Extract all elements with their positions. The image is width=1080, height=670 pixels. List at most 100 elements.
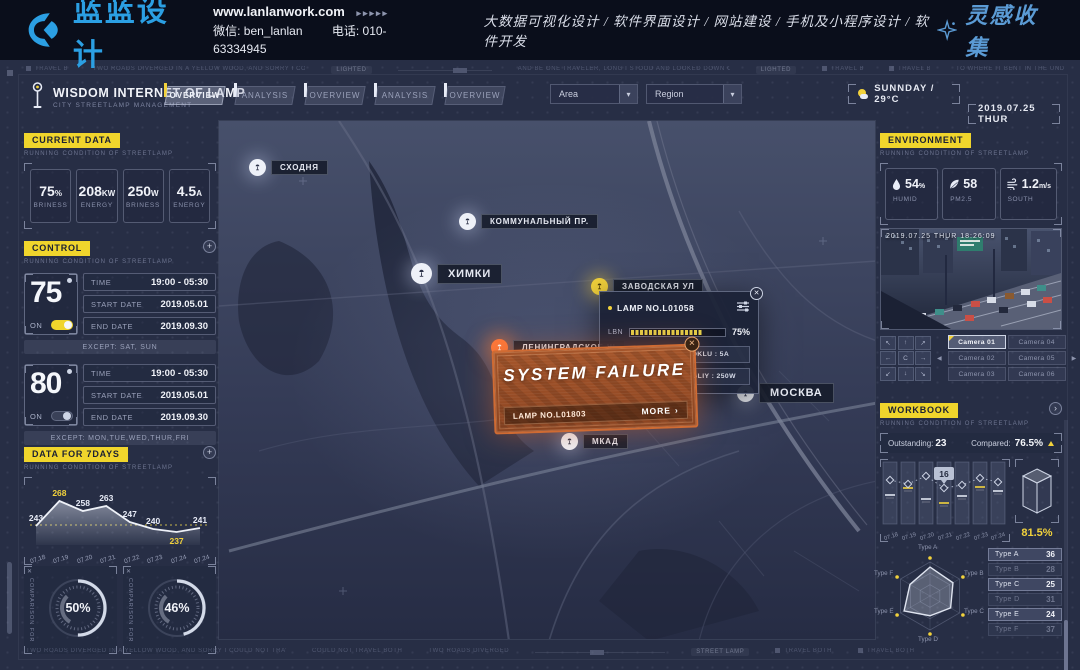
pin-label: КОММУНАЛЬНЫЙ ПР. [481,214,598,229]
time-row[interactable]: TIME 19:00 - 05:30 [83,273,216,291]
area-select[interactable]: Area ▾ [550,84,638,104]
workbook-total: 81.5% [1015,527,1059,539]
radar-axis-label: Type F [874,570,893,577]
comparison-gauge-2: ✕ COMPARISON FOR 46% [123,566,216,654]
svg-text:258: 258 [76,498,90,508]
cube-widget [1015,459,1059,523]
brand-logo: 蓝蓝设计 [26,0,191,74]
brightness-progress-bar[interactable] [629,328,726,337]
dashboard-header: WISDOM INTERNET OF LAMP CITY STREETLAMP … [0,82,1080,118]
current-data-cards: 75% BRINESS 208KW ENERGY 250W BRINESS 4.… [24,163,216,229]
pan-down-left-button[interactable]: ↙ [880,367,896,381]
inspiration-collect[interactable]: 灵感收集 [937,0,1054,62]
camera-04-button[interactable]: Camera 04 [1008,335,1066,349]
chevron-down-icon[interactable]: ▾ [723,85,741,103]
weather-text: SUNNDAY / 29°C [874,83,950,105]
camera-05-button[interactable]: Camera 05 [1008,351,1066,365]
prev-camera-icon[interactable]: ◀ [937,355,942,362]
type-row-e[interactable]: Type E24 [988,608,1062,621]
system-failure-alert: ✕ SYSTEM FAILURE LAMP NO.L01803 MORE› [492,343,699,434]
camera-01-button[interactable]: Camera 01 [948,335,1006,349]
lbn-percent: 75% [732,327,750,337]
lanlan-logo-icon [26,11,65,49]
next-camera-icon[interactable]: ▶ [1072,355,1077,362]
close-icon[interactable]: ✕ [27,568,32,575]
panel-tag: ENVIRONMENT [880,133,971,148]
pan-down-button[interactable]: ↓ [898,367,914,381]
tab-overview-2[interactable]: OVERVIEW [306,86,364,105]
panel-environment: ENVIRONMENT RUNNING CONDITION OF STREETL… [880,130,1062,225]
schedule-toggle[interactable] [51,320,73,330]
svg-text:263: 263 [99,493,113,503]
pin-label: СХОДНЯ [271,160,328,175]
map-pin-khimki[interactable]: ХИМКИ [411,263,502,284]
add-control-button[interactable]: + [203,240,216,253]
tab-analysis-2[interactable]: ANALYSIS [376,86,434,105]
region-select[interactable]: Region ▾ [646,84,742,104]
panel-tag: CURRENT DATA [24,133,120,148]
expand-workbook-button[interactable]: › [1049,402,1062,415]
lamp-pin-icon[interactable] [459,213,476,230]
type-row-f[interactable]: Type F37 [988,623,1062,636]
reset-view-button[interactable]: C [898,351,914,365]
services-text: 大数据可视化设计 / 软件界面设计 / 网站建设 / 手机及小程序设计 / 软件… [484,10,938,50]
radar-chart: Type A Type B Type C Type D Type E Type … [880,546,984,646]
radar-axis-label: Type E [874,608,894,615]
close-icon[interactable]: ✕ [750,287,763,300]
city-map[interactable]: СХОДНЯ КОММУНАЛЬНЫЙ ПР. ХИМКИ ЗАВОДСКАЯ … [218,120,876,640]
camera-03-button[interactable]: Camera 03 [948,367,1006,381]
gauge-value: 46% [145,576,209,640]
start-date-row[interactable]: START DATE 2019.05.01 [83,295,216,313]
type-row-b[interactable]: Type B28 [988,563,1062,576]
camera-06-button[interactable]: Camera 06 [1008,367,1066,381]
panel-tag: DATA FOR 7DAYS [24,447,128,462]
gauge-label: COMPARISON FOR [127,578,133,642]
svg-text:16: 16 [939,469,949,479]
more-button[interactable]: MORE› [641,405,679,416]
outstanding-label: Outstanding: [888,439,933,448]
stat-card-energy-2: 4.5A ENERGY [169,169,210,223]
pan-up-button[interactable]: ↑ [898,336,914,350]
map-pin-skhodnya[interactable]: СХОДНЯ [249,159,328,176]
sliders-icon[interactable] [736,299,750,317]
tab-overview-1[interactable]: OVERVIEW [166,86,224,105]
map-pin-mkad[interactable]: МКАД [561,433,628,450]
expand-week-button[interactable]: + [203,446,216,459]
tab-overview-3[interactable]: OVERVIEW [446,86,504,105]
end-date-row[interactable]: END DATE 2019.09.30 [83,317,216,335]
brightness-value: 80 [30,367,72,401]
close-icon[interactable]: ✕ [126,568,131,575]
pan-up-left-button[interactable]: ↖ [880,336,896,350]
end-date-row[interactable]: END DATE 2019.09.30 [83,408,216,426]
lamp-dot-icon [67,278,72,283]
lamp-pin-icon[interactable] [561,433,578,450]
start-date-row[interactable]: START DATE 2019.05.01 [83,386,216,404]
svg-text:247: 247 [123,509,137,519]
type-row-c[interactable]: Type C25 [988,578,1062,591]
panel-subtitle: RUNNING CONDITION OF STREETLAMP [24,151,216,157]
schedule-toggle[interactable] [51,411,73,421]
chevron-down-icon[interactable]: ▾ [619,85,637,103]
camera-view[interactable]: 2019.07.25 THUR 18:26:09 [880,228,1062,330]
tab-analysis-1[interactable]: ANALYSIS [236,86,294,105]
camera-02-button[interactable]: Camera 02 [948,351,1006,365]
lamp-pin-icon[interactable] [411,263,432,284]
except-days: EXCEPT: SAT, SUN [24,340,216,354]
time-row[interactable]: TIME 19:00 - 05:30 [83,364,216,382]
comparison-gauges: ✕ COMPARISON FOR 50% ✕ COMPARISON FOR 46… [24,566,216,654]
pan-left-button[interactable]: ← [880,351,896,365]
panel-subtitle: RUNNING CONDITION OF STREETLAMP [24,465,216,471]
pan-right-button[interactable]: → [915,351,931,365]
pan-down-right-button[interactable]: ↘ [915,367,931,381]
type-row-a[interactable]: Type A36 [988,548,1062,561]
website-link[interactable]: www.lanlanwork.com [213,4,345,19]
type-row-d[interactable]: Type D31 [988,593,1062,606]
scrollbar-thumb[interactable] [1064,620,1068,670]
map-pin-kommunalny[interactable]: КОММУНАЛЬНЫЙ ПР. [459,213,598,230]
week-line-chart: 243268258263247240237241 [26,481,212,549]
stat-card-energy: 208KW ENERGY [76,169,117,223]
stat-card-briness-2: 250W BRINESS [123,169,164,223]
pan-up-right-button[interactable]: ↗ [915,336,931,350]
lamp-pin-icon[interactable] [249,159,266,176]
dashboard: TRAVEL BOTH TWO ROADS DIVERGED IN A YELL… [0,60,1080,670]
